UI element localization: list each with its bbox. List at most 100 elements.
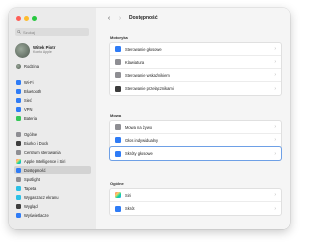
- row-label: Siri: [125, 192, 131, 198]
- sidebar-item-rodzina[interactable]: Rodzina: [14, 62, 91, 70]
- chevron-right-icon: ›: [274, 72, 276, 78]
- section-header-motoryka: Motoryka: [110, 35, 128, 40]
- sidebar-item-label: Tapeta: [24, 185, 37, 191]
- sidebar-item-wygaszacz[interactable]: Wygaszacz ekranu: [14, 193, 91, 201]
- sidebar-item-apple-intelligence[interactable]: Apple Intelligence i Siri: [14, 157, 91, 165]
- vocal-shortcuts-icon: [115, 150, 121, 157]
- row-vocal-shortcuts[interactable]: Skróty głosowe ›: [110, 147, 281, 160]
- wallpaper-icon: [16, 185, 21, 191]
- appearance-icon: [16, 203, 21, 209]
- chevron-right-icon: ›: [274, 59, 276, 65]
- apple-account[interactable]: Witek Piotr Konto Apple: [15, 41, 91, 59]
- accessibility-shortcut-icon: [115, 205, 121, 212]
- row-label: Sterowanie wskaźnikiem: [125, 72, 170, 78]
- sidebar-item-label: Rodzina: [24, 63, 40, 69]
- dock-icon: [16, 140, 21, 146]
- row-label: Sterowanie przełącznikami: [125, 86, 174, 91]
- section-header-mowa: Mowa: [110, 113, 122, 118]
- voice-control-icon: [115, 46, 121, 52]
- sidebar-item-label: Biurko i Dock: [24, 140, 49, 146]
- chevron-right-icon: ›: [274, 137, 276, 143]
- ogolne-group: Siri › Skrót ›: [109, 188, 282, 216]
- row-live-speech[interactable]: Mowa na żywo ›: [110, 121, 281, 134]
- sidebar-item-label: Wygaszacz ekranu: [24, 194, 59, 200]
- forward-arrow-icon[interactable]: ›: [116, 15, 124, 22]
- row-switch-control[interactable]: Sterowanie przełącznikami ›: [110, 82, 281, 95]
- row-label: Skrót: [125, 206, 135, 211]
- sidebar-item-label: Ogólne: [24, 131, 38, 137]
- row-label: Klawiatura: [125, 59, 145, 65]
- sidebar-item-label: Centrum sterowania: [24, 149, 61, 155]
- sidebar-item-siec[interactable]: Sieć: [14, 96, 91, 104]
- mowa-group: Mowa na żywo › Głos indywidualny › Skrót…: [109, 120, 282, 161]
- row-voice-control[interactable]: Sterowanie głosowe ›: [110, 43, 281, 56]
- chevron-right-icon: ›: [274, 192, 276, 198]
- sidebar-item-bluetooth[interactable]: Bluetooth: [14, 87, 91, 95]
- sidebar-item-wifi[interactable]: Wi-Fi: [14, 78, 91, 86]
- avatar: [15, 42, 30, 58]
- live-speech-icon: [115, 124, 121, 130]
- sidebar-item-spotlight[interactable]: Spotlight: [14, 175, 91, 183]
- sidebar-item-dostepnosc[interactable]: Dostępność: [14, 166, 91, 174]
- sidebar-item-wyswietlacze[interactable]: Wyświetlacze: [14, 211, 91, 219]
- sidebar-item-biurko-i-dock[interactable]: Biurko i Dock: [14, 139, 91, 147]
- close-button[interactable]: [16, 16, 21, 21]
- row-pointer-control[interactable]: Sterowanie wskaźnikiem ›: [110, 69, 281, 82]
- pointer-icon: [115, 72, 121, 78]
- sidebar: Szukaj Witek Piotr Konto Apple Rodzina W…: [9, 8, 97, 229]
- settings-window: Szukaj Witek Piotr Konto Apple Rodzina W…: [9, 8, 290, 229]
- bluetooth-icon: [16, 88, 21, 94]
- back-arrow-icon[interactable]: ‹: [105, 15, 113, 22]
- sidebar-item-centrum-sterowania[interactable]: Centrum sterowania: [14, 148, 91, 156]
- sidebar-item-ogolne[interactable]: Ogólne: [14, 130, 91, 138]
- accessibility-icon: [16, 167, 21, 173]
- search-placeholder: Szukaj: [23, 29, 36, 35]
- main-pane: ‹ › Dostępność Motoryka Sterowanie głoso…: [96, 8, 290, 229]
- siri-icon: [115, 192, 121, 198]
- battery-icon: [16, 115, 21, 121]
- screensaver-icon: [16, 194, 21, 200]
- row-keyboard[interactable]: Klawiatura ›: [110, 56, 281, 69]
- window-controls: [16, 16, 37, 21]
- siri-icon: [16, 158, 21, 164]
- sidebar-item-label: Wyświetlacze: [24, 212, 49, 218]
- sidebar-item-tapeta[interactable]: Tapeta: [14, 184, 91, 192]
- sidebar-item-label: Dostępność: [24, 167, 46, 173]
- toolbar: ‹ › Dostępność: [96, 8, 290, 28]
- sidebar-item-vpn[interactable]: VPN: [14, 105, 91, 113]
- sidebar-item-label: Bateria: [24, 115, 37, 121]
- account-subtitle: Konto Apple: [33, 50, 52, 55]
- sidebar-item-label: Sieć: [24, 97, 32, 103]
- search-input[interactable]: Szukaj: [15, 28, 89, 36]
- network-icon: [16, 97, 21, 103]
- gear-icon: [16, 131, 21, 137]
- row-label: Skróty głosowe: [125, 151, 153, 156]
- display-icon: [16, 212, 21, 218]
- search-icon: [17, 30, 21, 34]
- row-label: Mowa na żywo: [125, 124, 153, 130]
- row-siri[interactable]: Siri ›: [110, 189, 281, 202]
- chevron-right-icon: ›: [274, 46, 276, 52]
- page-title: Dostępność: [129, 15, 158, 21]
- sidebar-item-label: Bluetooth: [24, 88, 42, 94]
- row-shortcut[interactable]: Skrót ›: [110, 202, 281, 215]
- chevron-right-icon: ›: [274, 124, 276, 130]
- row-personal-voice[interactable]: Głos indywidualny ›: [110, 134, 281, 147]
- sidebar-item-label: Wygląd: [24, 203, 38, 209]
- sidebar-item-label: Spotlight: [24, 176, 40, 182]
- minimize-button[interactable]: [24, 16, 29, 21]
- chevron-right-icon: ›: [274, 205, 276, 212]
- row-label: Głos indywidualny: [125, 137, 158, 143]
- spotlight-icon: [16, 176, 21, 182]
- row-label: Sterowanie głosowe: [125, 46, 162, 52]
- sidebar-item-wyglad[interactable]: Wygląd: [14, 202, 91, 210]
- sidebar-item-label: Wi-Fi: [24, 79, 34, 85]
- chevron-right-icon: ›: [274, 150, 276, 157]
- personal-voice-icon: [115, 137, 121, 143]
- vpn-icon: [16, 106, 21, 112]
- section-header-ogolne: Ogólne: [110, 181, 124, 186]
- sidebar-item-label: VPN: [24, 106, 33, 112]
- switch-control-icon: [115, 85, 121, 92]
- zoom-button[interactable]: [32, 16, 37, 21]
- sidebar-item-bateria[interactable]: Bateria: [14, 114, 91, 122]
